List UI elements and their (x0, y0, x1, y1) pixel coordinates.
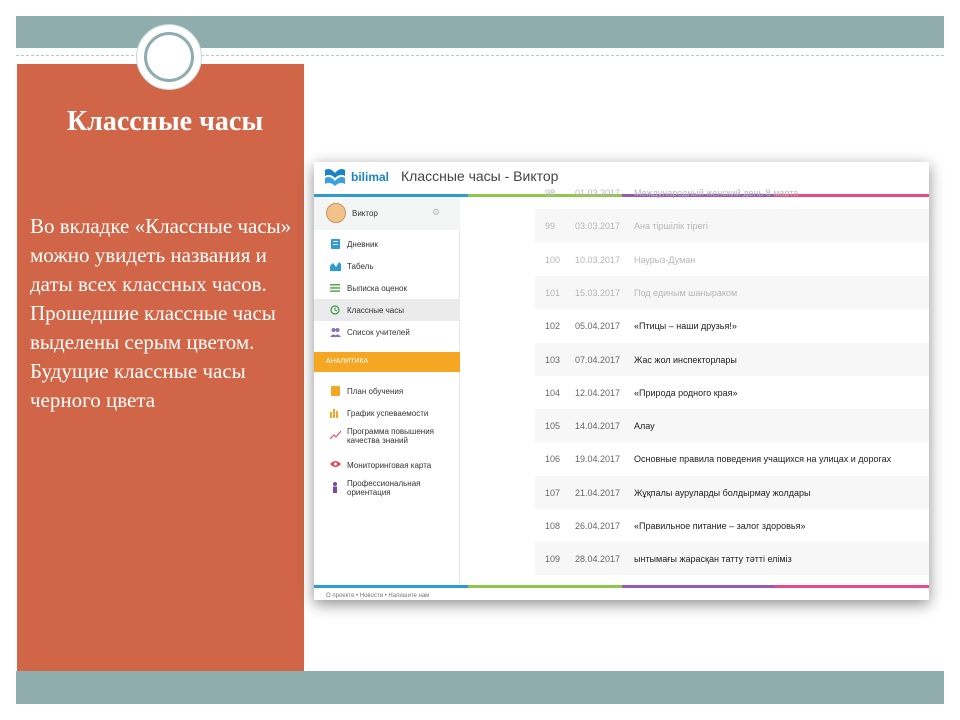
app-screenshot: bilimal Классные часы - Виктор Виктор ⚙ … (314, 162, 929, 600)
sidebar-item-label: Выписка оценок (347, 284, 407, 293)
user-profile[interactable]: Виктор ⚙ (314, 197, 460, 230)
sidebar-item-label: Список учителей (347, 328, 410, 337)
row-date: 15.03.2017 (575, 287, 621, 298)
row-topic: Наурыз-Думан (634, 254, 696, 265)
sidebar-item-tabel[interactable]: Табель (314, 255, 460, 277)
sidebar-item-grades[interactable]: Выписка оценок (314, 277, 460, 299)
sidebar-item-label: Мониторинговая карта (347, 461, 432, 470)
row-date: 01.03.2017 (575, 188, 621, 198)
slide-bottom-bar (16, 671, 944, 704)
gear-icon[interactable]: ⚙ (432, 207, 440, 218)
row-date: 21.04.2017 (575, 487, 621, 498)
sidebar-item-label: График успеваемости (347, 409, 429, 418)
row-date: 07.04.2017 (575, 354, 621, 365)
diary-icon (330, 239, 340, 249)
chart-icon (330, 261, 341, 271)
clock-icon (330, 305, 340, 315)
table-row[interactable]: 99 03.03.2017 Ана тіршілік тірегі (535, 209, 929, 243)
table-row[interactable]: 100 10.03.2017 Наурыз-Думан (535, 243, 929, 276)
row-date: 05.04.2017 (575, 321, 621, 332)
row-num: 105 (545, 421, 561, 432)
plan-icon (330, 386, 340, 396)
sidebar-item-quality-program[interactable]: Программа повышения качества знаний (314, 424, 460, 452)
slide-body-text: Во вкладке «Классные часы» можно увидеть… (30, 214, 292, 412)
bar-chart-icon (330, 408, 340, 418)
row-topic: Основные правила поведения учащихся на у… (634, 454, 892, 465)
person-icon (330, 482, 340, 493)
row-topic: ынтымағы жарасқан татту тәтті еліміз (634, 554, 792, 565)
table-row[interactable]: 103 07.04.2017 Жас жол инспекторлары (535, 342, 929, 376)
sidebar-item-label: План обучения (347, 387, 404, 396)
row-num: 99 (545, 221, 556, 232)
table-row[interactable]: 105 14.04.2017 Алау (535, 409, 929, 443)
color-stripe (467, 585, 622, 588)
app-footer-links[interactable]: О проекте • Новости • Напишите нам (326, 593, 429, 599)
sidebar-item-label: Программа повышения качества знаний (347, 427, 435, 445)
sidebar-item-career-guidance[interactable]: Профессиональная ориентация (314, 476, 460, 504)
row-num: 108 (545, 521, 561, 531)
row-num: 101 (545, 287, 561, 298)
row-date: 19.04.2017 (575, 454, 621, 465)
row-num: 102 (545, 321, 561, 332)
sidebar-item-label: Табель (347, 262, 374, 271)
row-num: 103 (545, 354, 561, 365)
row-topic: Международный женский день 8 марта (634, 188, 799, 198)
row-date: 14.04.2017 (575, 421, 621, 432)
table-row[interactable]: 104 12.04.2017 «Природа родного края» (535, 376, 929, 409)
sidebar-item-performance-chart[interactable]: График успеваемости (314, 402, 460, 424)
color-stripe (314, 585, 468, 588)
sidebar-item-study-plan[interactable]: План обучения (314, 380, 460, 402)
row-topic: Жұқпалы ауруларды болдырмау жолдары (634, 487, 811, 498)
table-row[interactable]: 101 15.03.2017 Под единым шаныраком (535, 275, 929, 309)
sidebar: Виктор ⚙ Дневник Табель Выписка оценок К… (314, 197, 460, 585)
table-row[interactable]: 109 28.04.2017 ынтымағы жарасқан татту тәт… (535, 542, 929, 576)
row-num: 100 (545, 254, 561, 265)
row-num: 106 (545, 454, 561, 465)
row-num: 98 (545, 188, 556, 198)
user-name: Виктор (352, 209, 378, 218)
table-row[interactable]: 107 21.04.2017 Жұқпалы ауруларды болдырмау… (535, 475, 929, 509)
sidebar-item-label: Профессиональная ориентация (347, 479, 421, 497)
analytics-section-header: АНАЛИТИКА (314, 352, 460, 372)
row-topic: Ана тіршілік тірегі (634, 221, 708, 232)
list-icon (330, 283, 340, 293)
row-topic: «Правильное питание – залог здоровья» (634, 521, 806, 531)
eye-icon (330, 460, 341, 470)
table-row[interactable]: 102 05.04.2017 «Птицы – наши друзья!» (535, 309, 929, 342)
row-topic: «Птицы – наши друзья!» (634, 321, 737, 332)
class-hours-table: 98 01.03.2017 Международный женский день 8… (460, 188, 929, 585)
sidebar-item-teachers[interactable]: Список учителей (314, 321, 460, 343)
color-stripe (621, 585, 776, 588)
slide-circle-ornament-inner (144, 32, 194, 82)
row-topic: Алау (634, 421, 655, 432)
sidebar-item-label: Дневник (347, 240, 378, 249)
row-date: 28.04.2017 (575, 554, 621, 565)
row-num: 104 (545, 387, 561, 398)
row-num: 107 (545, 487, 561, 498)
color-stripe (775, 585, 929, 588)
row-date: 12.04.2017 (575, 387, 621, 398)
row-topic: «Природа родного края» (634, 387, 738, 398)
row-topic: Под единым шаныраком (634, 287, 738, 298)
bilimal-logo-icon (325, 169, 345, 186)
row-topic: Жас жол инспекторлары (634, 354, 737, 365)
row-date: 10.03.2017 (575, 254, 621, 265)
logo-text[interactable]: bilimal (351, 170, 389, 184)
trend-icon (329, 430, 342, 440)
row-date: 03.03.2017 (575, 221, 621, 232)
sidebar-item-monitoring-map[interactable]: Мониторинговая карта (314, 454, 460, 476)
row-date: 26.04.2017 (575, 521, 621, 531)
teachers-icon (330, 327, 341, 337)
table-row[interactable]: 108 26.04.2017 «Правильное питание – залог… (535, 509, 929, 542)
table-row[interactable]: 106 19.04.2017 Основные правила поведения … (535, 442, 929, 475)
sidebar-item-diary[interactable]: Дневник (314, 233, 460, 255)
slide-title: Классные часы (66, 106, 264, 137)
sidebar-item-label: Классные часы (347, 306, 404, 315)
avatar (326, 203, 346, 223)
table-row[interactable]: 98 01.03.2017 Международный женский день 8… (535, 176, 929, 209)
row-num: 109 (545, 554, 561, 565)
sidebar-item-class-hours[interactable]: Классные часы (314, 299, 460, 321)
